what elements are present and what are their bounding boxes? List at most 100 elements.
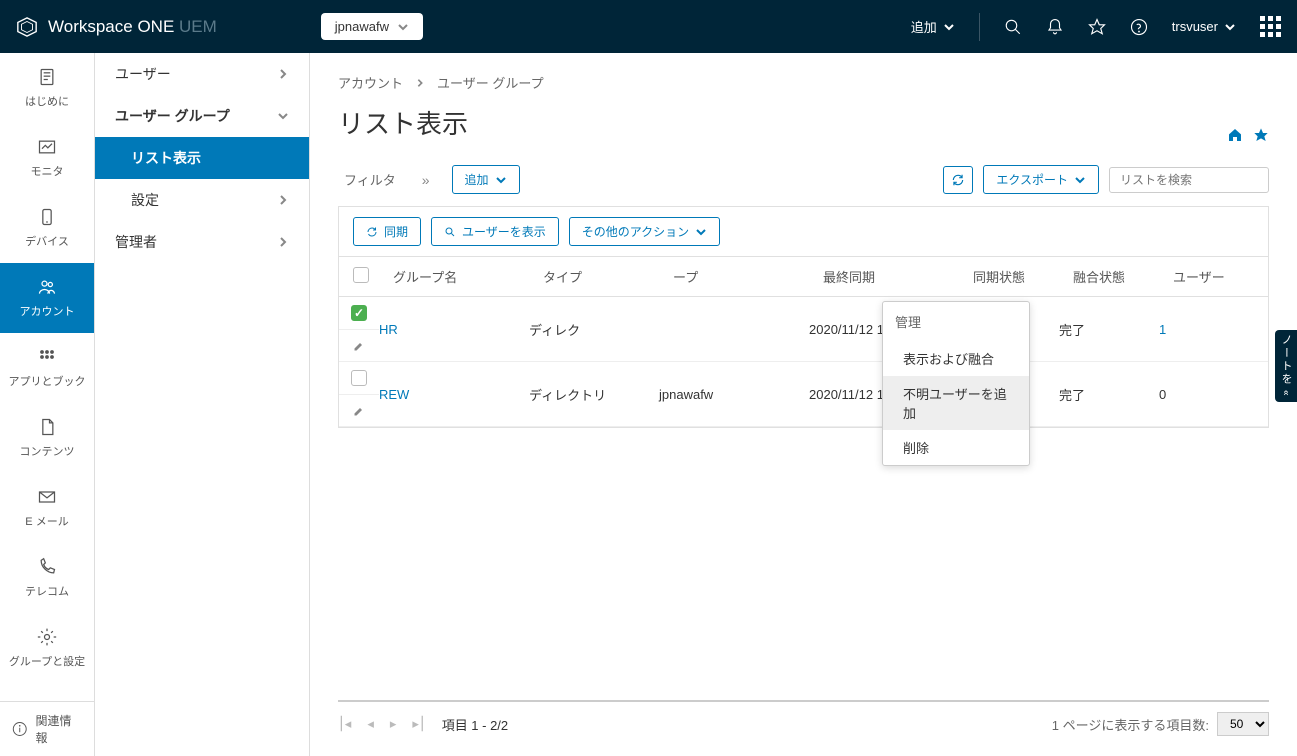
search-icon[interactable] <box>1004 18 1022 36</box>
refresh-icon <box>951 173 965 187</box>
other-actions-dropdown: 管理 表示および融合 不明ユーザーを追加 削除 <box>882 301 1030 466</box>
chevron-down-icon <box>1074 174 1086 186</box>
chevron-right-icon <box>277 68 289 80</box>
user-menu[interactable]: trsvuser <box>1172 19 1236 34</box>
subnav-admins[interactable]: 管理者 <box>95 221 309 263</box>
org-selector[interactable]: jpnawafw <box>321 13 423 40</box>
filter-expand[interactable]: » <box>416 172 438 188</box>
subnav: ユーザー ユーザー グループ リスト表示 設定 管理者 <box>95 53 310 756</box>
col-group-name[interactable]: グループ名 <box>393 267 543 286</box>
refresh-icon <box>366 226 378 238</box>
rail-accounts[interactable]: アカウント <box>0 263 94 333</box>
subnav-list-view[interactable]: リスト表示 <box>95 137 309 179</box>
content-area: アカウント ユーザー グループ リスト表示 フィルタ » 追加 エクスポート <box>310 53 1297 756</box>
dropdown-view-merge[interactable]: 表示および融合 <box>883 341 1029 376</box>
page-prev[interactable]: ◂ <box>367 716 374 732</box>
help-icon[interactable] <box>1130 18 1148 36</box>
subnav-users[interactable]: ユーザー <box>95 53 309 95</box>
rail-content[interactable]: コンテンツ <box>0 403 94 473</box>
rail-apps[interactable]: アプリとブック <box>0 333 94 403</box>
star-filled-icon[interactable] <box>1253 127 1269 143</box>
table-footer: ⎮◂ ◂ ▸ ▸⎮ 項目 1 - 2/2 1 ページに表示する項目数: 50 <box>338 700 1269 736</box>
rail-getting-started[interactable]: はじめに <box>0 53 94 123</box>
page-last[interactable]: ▸⎮ <box>412 716 425 732</box>
col-org[interactable]: ープ <box>673 267 823 286</box>
brand-logo: Workspace ONE UEM <box>16 16 217 38</box>
refresh-button[interactable] <box>943 166 973 194</box>
page-title: リスト表示 <box>338 104 468 141</box>
action-row: 同期 ユーザーを表示 その他のアクション <box>338 206 1269 256</box>
search-icon <box>444 226 456 238</box>
group-name-link[interactable]: REW <box>379 387 409 402</box>
nav-rail: はじめに モニタ デバイス アカウント アプリとブック コンテンツ E メール … <box>0 53 95 756</box>
breadcrumb: アカウント ユーザー グループ <box>338 73 1269 92</box>
users-cell: 0 <box>1159 387 1219 402</box>
row-checkbox[interactable] <box>351 305 367 321</box>
table-row: HR ディレク 2020/11/12 14:47 完了 完了 1 <box>339 297 1268 362</box>
apps-grid-icon[interactable] <box>1260 16 1281 37</box>
other-actions-button[interactable]: その他のアクション <box>569 217 720 246</box>
rail-groups-settings[interactable]: グループと設定 <box>0 613 94 683</box>
brand-text: Workspace ONE UEM <box>48 17 217 37</box>
pencil-icon <box>353 340 365 352</box>
notes-tab[interactable]: ノートを« <box>1275 330 1297 402</box>
page-size-select[interactable]: 50 <box>1217 712 1269 736</box>
add-button[interactable]: 追加 <box>452 165 520 194</box>
chevron-down-icon <box>1224 21 1236 33</box>
logo-icon <box>16 16 38 38</box>
dropdown-delete[interactable]: 削除 <box>883 430 1029 465</box>
col-type[interactable]: タイプ <box>543 267 673 286</box>
separator <box>979 13 980 41</box>
rail-monitor[interactable]: モニタ <box>0 123 94 193</box>
toolbar: フィルタ » 追加 エクスポート <box>338 165 1269 194</box>
org-cell: jpnawafw <box>659 387 809 402</box>
page-size-label: 1 ページに表示する項目数: <box>1052 715 1209 734</box>
users-cell[interactable]: 1 <box>1159 322 1219 337</box>
type-cell: ディレクトリ <box>529 385 659 404</box>
merge-cell: 完了 <box>1059 320 1159 339</box>
row-checkbox[interactable] <box>351 370 367 386</box>
sync-button[interactable]: 同期 <box>353 217 421 246</box>
chevron-right-icon <box>277 236 289 248</box>
chevron-down-icon <box>397 21 409 33</box>
topbar: Workspace ONE UEM jpnawafw 追加 trsvuser <box>0 0 1297 53</box>
export-button[interactable]: エクスポート <box>983 165 1099 194</box>
star-icon[interactable] <box>1088 18 1106 36</box>
rail-info[interactable]: 関連情報 <box>0 701 94 756</box>
rail-telecom[interactable]: テレコム <box>0 543 94 613</box>
chevron-down-icon <box>495 174 507 186</box>
row-edit[interactable] <box>339 394 379 426</box>
top-add-menu[interactable]: 追加 <box>911 17 955 36</box>
chevron-right-icon <box>277 194 289 206</box>
page-first[interactable]: ⎮◂ <box>338 716 351 732</box>
col-sync-status[interactable]: 同期状態 <box>973 267 1073 286</box>
select-all-checkbox[interactable] <box>353 267 369 283</box>
col-last-sync[interactable]: 最終同期 <box>823 267 973 286</box>
info-icon <box>12 721 28 737</box>
chevron-down-icon <box>695 226 707 238</box>
chevron-down-icon <box>277 110 289 122</box>
rail-devices[interactable]: デバイス <box>0 193 94 263</box>
dropdown-add-unknown-users[interactable]: 不明ユーザーを追加 <box>883 376 1029 430</box>
col-users[interactable]: ユーザー <box>1173 267 1233 286</box>
view-users-button[interactable]: ユーザーを表示 <box>431 217 559 246</box>
filter-label: フィルタ <box>338 170 402 189</box>
col-merge-status[interactable]: 融合状態 <box>1073 267 1173 286</box>
rail-email[interactable]: E メール <box>0 473 94 543</box>
merge-cell: 完了 <box>1059 385 1159 404</box>
row-edit[interactable] <box>339 329 379 361</box>
subnav-user-groups[interactable]: ユーザー グループ <box>95 95 309 137</box>
crumb-accounts[interactable]: アカウント <box>338 73 403 92</box>
page-next[interactable]: ▸ <box>390 716 397 732</box>
dropdown-header: 管理 <box>883 302 1029 341</box>
table-header: グループ名 タイプ ープ 最終同期 同期状態 融合状態 ユーザー <box>339 257 1268 297</box>
pager: ⎮◂ ◂ ▸ ▸⎮ 項目 1 - 2/2 <box>338 715 508 734</box>
home-icon[interactable] <box>1227 127 1243 143</box>
bell-icon[interactable] <box>1046 18 1064 36</box>
pencil-icon <box>353 405 365 417</box>
search-input[interactable] <box>1109 167 1269 193</box>
group-name-link[interactable]: HR <box>379 322 398 337</box>
data-table: グループ名 タイプ ープ 最終同期 同期状態 融合状態 ユーザー HR ディレク… <box>338 256 1269 428</box>
subnav-settings[interactable]: 設定 <box>95 179 309 221</box>
crumb-user-groups[interactable]: ユーザー グループ <box>437 73 544 92</box>
